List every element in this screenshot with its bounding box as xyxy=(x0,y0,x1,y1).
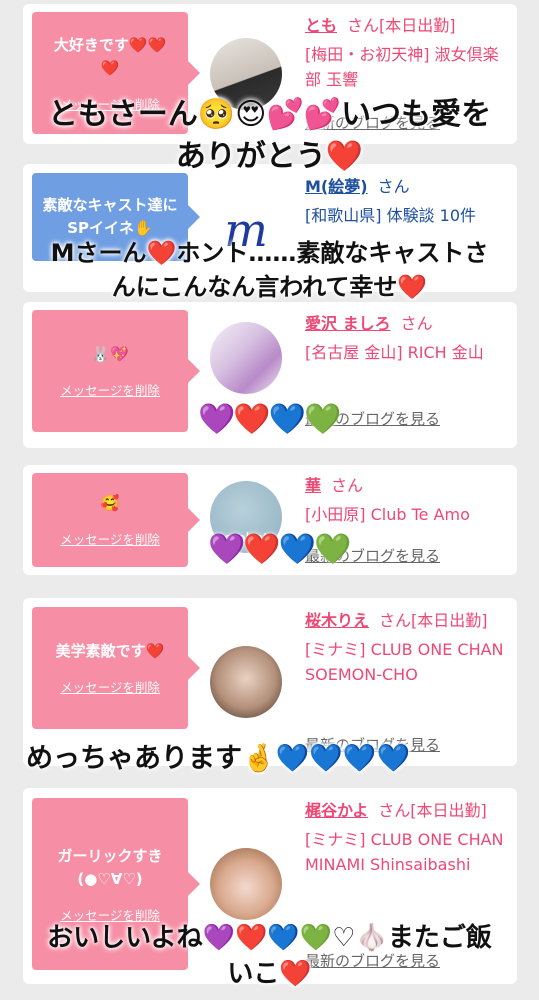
cast-suffix: さん[本日出勤] xyxy=(379,611,488,630)
message-text: 🐰💖 xyxy=(91,345,129,363)
caption-line: めっちゃあります🤞💙💙💙💙 xyxy=(26,743,411,774)
cast-suffix: さん xyxy=(400,314,433,333)
cast-suffix: さん[本日出勤] xyxy=(378,801,487,820)
caption-line: ありがとう❤️ xyxy=(175,139,364,174)
caption-overlay: めっちゃあります🤞💙💙💙💙 xyxy=(26,742,526,776)
cast-info: 梶谷かよ さん[本日出勤] [ミナミ] CLUB ONE CHAN MINAMI … xyxy=(305,798,510,877)
avatar[interactable] xyxy=(210,848,282,920)
cast-name-link[interactable]: 梶谷かよ xyxy=(305,801,368,820)
cast-suffix: さん[本日出勤] xyxy=(347,16,456,35)
caption-line: Mさーん❤️ホント……素敵なキャストさ xyxy=(50,239,489,267)
shop-name: [ミナミ] CLUB ONE CHAN SOEMON-CHO xyxy=(305,640,504,684)
cast-info: M(絵夢) さん [和歌山県] 体験談 10件 xyxy=(305,174,510,228)
message-text: 美学素敵です❤️ xyxy=(55,642,165,660)
cast-suffix: さん xyxy=(377,177,410,196)
caption-line: ともさーん🥺😍💕💕いつも愛を xyxy=(47,97,492,132)
caption-line: おいしいよね💜❤️💙💚♡🧄またご飯 xyxy=(47,923,492,953)
shop-name: [梅田・お初天神] 淑女倶楽部 玉響 xyxy=(305,45,499,89)
delete-message-link[interactable]: メッセージを削除 xyxy=(60,380,160,399)
delete-message-link[interactable]: メッセージを削除 xyxy=(60,677,160,696)
caption-line: いこ❤️ xyxy=(227,959,312,989)
message-text: 素敵なキャスト達にSPイイネ✋ xyxy=(42,196,178,237)
avatar[interactable] xyxy=(210,646,282,718)
caption-line: んにこんなん言われて幸せ❤️ xyxy=(111,273,428,301)
message-bubble: 🥰 メッセージを削除 xyxy=(32,473,200,567)
cast-name-link[interactable]: M(絵夢) xyxy=(305,177,368,196)
cast-info: 桜木りえ さん[本日出勤] [ミナミ] CLUB ONE CHAN SOEMON-… xyxy=(305,608,510,687)
message-bubble: 美学素敵です❤️ メッセージを削除 xyxy=(32,607,200,729)
cast-info: 華さん [小田原] Club Te Amo xyxy=(305,473,510,527)
caption-overlay: ともさーん🥺😍💕💕いつも愛を ありがとう❤️ xyxy=(0,94,539,178)
cast-suffix: さん xyxy=(331,476,364,495)
caption-overlay: おいしいよね💜❤️💙💚♡🧄またご飯 いこ❤️ xyxy=(0,920,539,992)
message-text: 🥰 xyxy=(100,494,120,512)
shop-name: [小田原] Club Te Amo xyxy=(305,505,470,524)
cast-name-link[interactable]: 桜木りえ xyxy=(305,611,369,630)
cast-name-link[interactable]: とも xyxy=(305,16,337,35)
delete-message-link[interactable]: メッセージを削除 xyxy=(60,529,160,548)
page: 大好きです❤️❤️❤️ メッセージを削除 とも さん[本日出勤] [梅田・お初天神… xyxy=(0,0,539,1000)
cast-name-link[interactable]: 愛沢 ましろ xyxy=(305,314,391,333)
cast-info: とも さん[本日出勤] [梅田・お初天神] 淑女倶楽部 玉響 xyxy=(305,13,510,92)
shop-name: [和歌山県] 体験談 10件 xyxy=(305,206,477,225)
message-bubble: 🐰💖 メッセージを削除 xyxy=(32,310,200,432)
avatar[interactable] xyxy=(210,322,282,394)
shop-name: [ミナミ] CLUB ONE CHAN MINAMI Shinsaibashi xyxy=(305,830,504,874)
cast-name-link[interactable]: 華 xyxy=(305,476,321,495)
message-card: 美学素敵です❤️ メッセージを削除 桜木りえ さん[本日出勤] [ミナミ] CLU… xyxy=(23,598,517,766)
emoji-hearts: 💜❤️💙💚 xyxy=(208,532,351,567)
message-text: ガーリックすき(●♡∀♡) xyxy=(57,846,163,888)
emoji-hearts: 💜❤️💙💚 xyxy=(198,402,341,437)
caption-overlay: Mさーん❤️ホント……素敵なキャストさ んにこんなん言われて幸せ❤️ xyxy=(0,236,539,304)
cast-info: 愛沢 ましろ さん [名古屋 金山] RICH 金山 xyxy=(305,311,510,365)
message-text: 大好きです❤️❤️❤️ xyxy=(53,35,167,77)
shop-name: [名古屋 金山] RICH 金山 xyxy=(305,343,484,362)
